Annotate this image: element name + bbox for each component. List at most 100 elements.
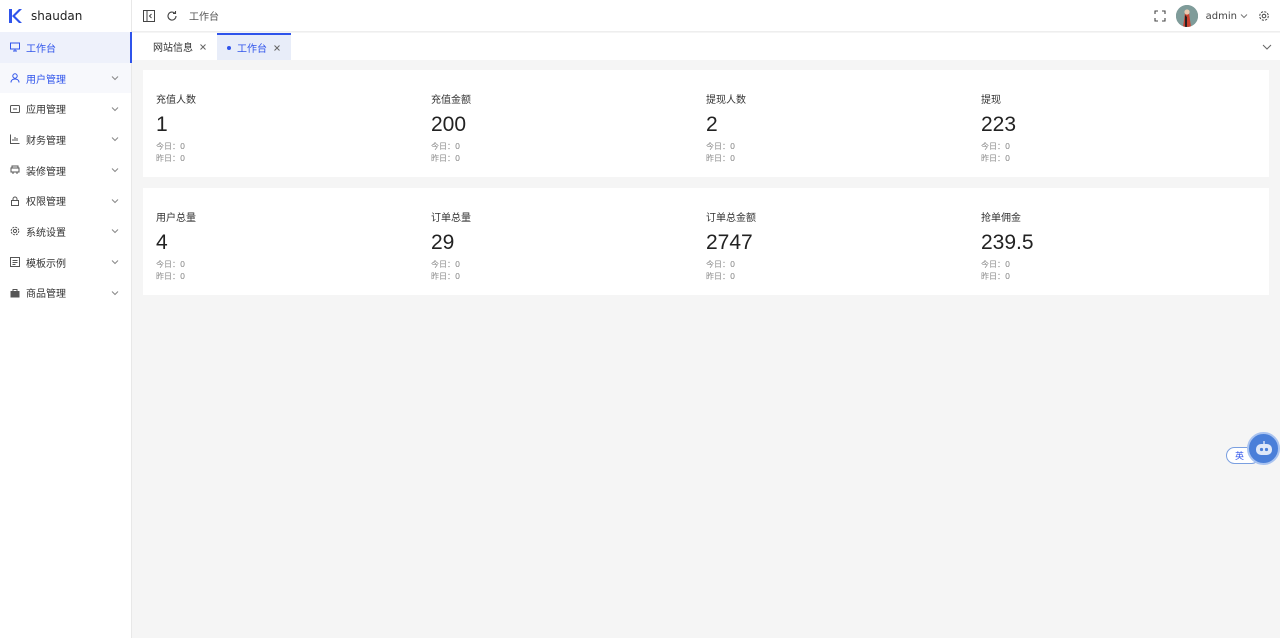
refresh-icon[interactable] [166,10,178,22]
stat-recharge-amount: 充值金额 200 今日：0 昨日：0 [418,70,693,177]
sidebar-item-label: 模板示例 [26,258,66,270]
stat-today: 今日：0 [706,260,736,269]
robot-icon [1255,440,1272,455]
sidebar-item-label: 用户管理 [26,74,66,86]
assistant-bot-button[interactable] [1247,432,1280,465]
stat-total-orders: 订单总量 29 今日：0 昨日：0 [418,188,693,295]
close-icon[interactable] [273,44,281,52]
sidebar-item-products[interactable]: 商品管理 [0,278,131,309]
app-name: shaudan [31,9,83,23]
sidebar-item-decoration[interactable]: 装修管理 [0,155,131,186]
chevron-down-icon [111,290,119,296]
sidebar-item-finance[interactable]: 财务管理 [0,124,131,155]
tab-label: 工作台 [237,44,267,55]
chevron-down-icon [111,198,119,203]
stat-today: 今日：0 [156,142,186,151]
stat-value: 239.5 [981,231,1034,254]
stat-label: 抢单佣金 [981,213,1021,224]
stat-yesterday: 昨日：0 [156,154,186,163]
username[interactable]: admin [1206,11,1237,22]
bag-icon [10,288,20,298]
chevron-down-icon [111,106,119,111]
stat-value: 4 [156,231,168,254]
stats-card-orders: 用户总量 4 今日：0 昨日：0 订单总量 29 今日：0 昨日：0 订单总金额… [143,188,1269,295]
brand[interactable]: shaudan [0,0,131,32]
stat-total-order-amount: 订单总金额 2747 今日：0 昨日：0 [693,188,968,295]
app-icon [10,104,20,114]
stat-today: 今日：0 [981,142,1011,151]
sidebar-item-label: 系统设置 [26,227,66,239]
stats-card-finance: 充值人数 1 今日：0 昨日：0 充值金额 200 今日：0 昨日：0 提现人数… [143,70,1269,177]
chevron-down-icon [111,229,119,234]
sidebar-item-workbench[interactable]: 工作台 [0,32,132,63]
user-icon [10,73,20,83]
stat-grab-commission: 抢单佣金 239.5 今日：0 昨日：0 [968,188,1243,295]
stat-yesterday: 昨日：0 [981,154,1011,163]
stat-yesterday: 昨日：0 [156,272,186,281]
chevron-down-icon [111,137,119,142]
chevron-down-icon [111,76,119,81]
sidebar-item-label: 商品管理 [26,289,66,301]
logo-icon [9,9,22,23]
stat-withdraw-users: 提现人数 2 今日：0 昨日：0 [693,70,968,177]
tab-bar: 网站信息 工作台 [132,33,1280,60]
stat-today: 今日：0 [431,142,461,151]
gear-icon[interactable] [1258,10,1270,22]
stat-value: 2 [706,113,718,136]
chevron-down-icon [111,168,119,173]
collapse-sidebar-icon[interactable] [143,9,155,22]
avatar[interactable] [1175,5,1198,27]
sidebar-item-label: 工作台 [26,43,56,55]
stat-today: 今日：0 [706,142,736,151]
chart-icon [10,134,20,145]
stat-label: 充值人数 [156,95,196,106]
stat-yesterday: 昨日：0 [431,272,461,281]
sidebar-item-permissions[interactable]: 权限管理 [0,185,131,216]
stat-today: 今日：0 [156,260,186,269]
stat-yesterday: 昨日：0 [431,154,461,163]
close-icon[interactable] [199,43,207,51]
stat-yesterday: 昨日：0 [706,272,736,281]
lock-icon [10,196,20,206]
stat-total-users: 用户总量 4 今日：0 昨日：0 [143,188,418,295]
stat-label: 用户总量 [156,213,196,224]
stat-yesterday: 昨日：0 [981,272,1011,281]
stat-label: 提现人数 [706,95,746,106]
sidebar-item-label: 财务管理 [26,135,66,147]
sidebar-item-users[interactable]: 用户管理 [0,62,131,94]
stat-label: 订单总金额 [706,213,756,224]
tab-site-info[interactable]: 网站信息 [132,33,217,60]
sidebar: shaudan 工作台 用户管理 应用管理 财务管理 装修管理 权限管理 系统设… [0,0,132,638]
sidebar-item-label: 权限管理 [26,197,66,209]
stat-value: 200 [431,113,467,136]
stat-label: 提现 [981,95,1001,106]
stat-label: 充值金额 [431,95,471,106]
top-header: 工作台 admin [132,0,1280,32]
fullscreen-icon[interactable] [1154,10,1166,22]
monitor-icon [10,42,20,52]
template-icon [10,257,20,268]
sidebar-item-settings[interactable]: 系统设置 [0,216,131,247]
stat-withdraw: 提现 223 今日：0 昨日：0 [968,70,1243,177]
language-label: 英 [1235,452,1245,462]
sidebar-item-apps[interactable]: 应用管理 [0,93,131,124]
stat-value: 1 [156,113,168,136]
stat-yesterday: 昨日：0 [706,154,736,163]
stat-label: 订单总量 [431,213,471,224]
stat-recharge-users: 充值人数 1 今日：0 昨日：0 [143,70,418,177]
chevron-down-icon[interactable] [1262,42,1272,52]
chevron-down-icon[interactable] [1240,12,1248,20]
sidebar-item-label: 应用管理 [26,105,66,117]
breadcrumb[interactable]: 工作台 [189,8,219,23]
chevron-down-icon [111,260,119,265]
tab-workbench[interactable]: 工作台 [217,33,291,60]
stat-today: 今日：0 [981,260,1011,269]
stat-value: 29 [431,231,455,254]
header-actions: admin [1154,0,1270,32]
decorate-icon [10,165,20,175]
gear-icon [10,226,20,236]
sidebar-item-templates[interactable]: 模板示例 [0,247,131,278]
tab-label: 网站信息 [153,43,193,54]
stat-today: 今日：0 [431,260,461,269]
stat-value: 2747 [706,231,753,254]
